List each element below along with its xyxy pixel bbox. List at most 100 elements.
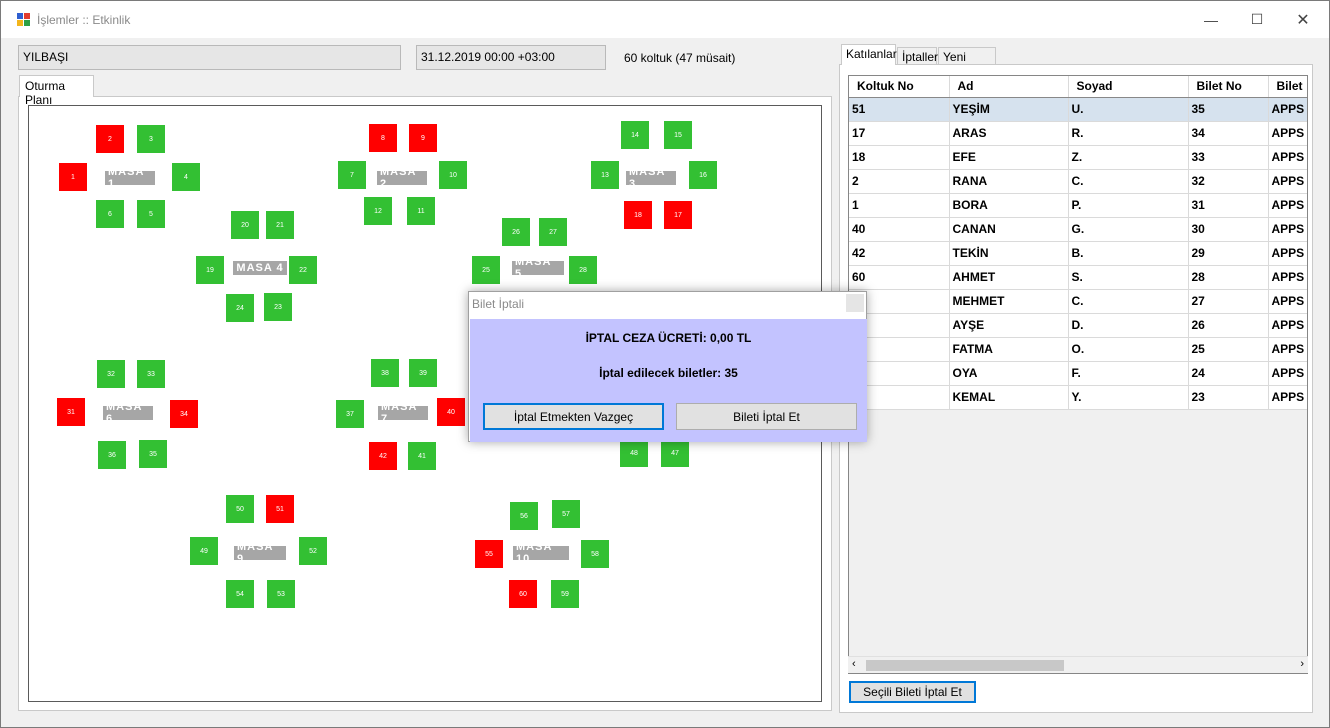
tab-oturma-plani[interactable]: Oturma Planı (19, 75, 94, 107)
table-row[interactable]: FATMA O. 25 APPS (849, 337, 1307, 362)
seat-59[interactable]: 59 (551, 580, 579, 608)
seat-51[interactable]: 51 (266, 495, 294, 523)
scroll-left-icon[interactable]: ‹ (852, 658, 856, 670)
column-header[interactable]: Bilet (1268, 76, 1307, 98)
table-row[interactable]: 2 RANA C. 32 APPS (849, 169, 1307, 194)
seat-36[interactable]: 36 (98, 441, 126, 469)
seat-49[interactable]: 49 (190, 537, 218, 565)
tab-katilanlar[interactable]: Katılanlar (841, 44, 897, 65)
table-row[interactable]: AYŞE D. 26 APPS (849, 313, 1307, 338)
seat-6[interactable]: 6 (96, 200, 124, 228)
seat-13[interactable]: 13 (591, 161, 619, 189)
seat-2[interactable]: 2 (96, 125, 124, 153)
column-header[interactable]: Ad (949, 76, 1069, 98)
table-label: MASA 7 (378, 401, 428, 425)
seat-40[interactable]: 40 (437, 398, 465, 426)
seat-12[interactable]: 12 (364, 197, 392, 225)
seat-34[interactable]: 34 (170, 400, 198, 428)
seat-19[interactable]: 19 (196, 256, 224, 284)
table-row[interactable]: MEHMET C. 27 APPS (849, 289, 1307, 314)
event-date-field[interactable]: 31.12.2019 00:00 +03:00 (416, 45, 606, 70)
seat-26[interactable]: 26 (502, 218, 530, 246)
table-row[interactable]: 42 TEKİN B. 29 APPS (849, 241, 1307, 266)
cancel-selected-ticket-button[interactable]: Seçili Bileti İptal Et (849, 681, 976, 703)
table-cell: APPS (1268, 121, 1307, 146)
column-header[interactable]: Bilet No (1188, 76, 1269, 98)
seat-22[interactable]: 22 (289, 256, 317, 284)
seat-14[interactable]: 14 (621, 121, 649, 149)
dialog-close-icon[interactable] (846, 294, 864, 312)
seat-60[interactable]: 60 (509, 580, 537, 608)
seat-52[interactable]: 52 (299, 537, 327, 565)
seat-42[interactable]: 42 (369, 442, 397, 470)
column-header[interactable]: Koltuk No (849, 76, 950, 98)
seat-3[interactable]: 3 (137, 125, 165, 153)
seat-4[interactable]: 4 (172, 163, 200, 191)
column-header[interactable]: Soyad (1068, 76, 1189, 98)
table-row[interactable]: 60 AHMET S. 28 APPS (849, 265, 1307, 290)
seat-11[interactable]: 11 (407, 197, 435, 225)
seat-27[interactable]: 27 (539, 218, 567, 246)
table-row[interactable]: 18 EFE Z. 33 APPS (849, 145, 1307, 170)
seat-32[interactable]: 32 (97, 360, 125, 388)
seat-39[interactable]: 39 (409, 359, 437, 387)
table-row[interactable]: OYA F. 24 APPS (849, 361, 1307, 386)
seat-20[interactable]: 20 (231, 211, 259, 239)
horizontal-scrollbar[interactable]: ‹ › (848, 656, 1308, 673)
scrollbar-thumb[interactable] (866, 660, 1064, 671)
tab-yeni-satis[interactable]: Yeni Satış (938, 47, 996, 78)
seat-57[interactable]: 57 (552, 500, 580, 528)
event-name-field[interactable]: YILBAŞI (18, 45, 401, 70)
seat-37[interactable]: 37 (336, 400, 364, 428)
seat-50[interactable]: 50 (226, 495, 254, 523)
seat-8[interactable]: 8 (369, 124, 397, 152)
seat-7[interactable]: 7 (338, 161, 366, 189)
seat-41[interactable]: 41 (408, 442, 436, 470)
seat-38[interactable]: 38 (371, 359, 399, 387)
table-cell: BORA (949, 193, 1069, 218)
seat-35[interactable]: 35 (139, 440, 167, 468)
tab-iptaller[interactable]: İptaller (897, 47, 938, 65)
seat-21[interactable]: 21 (266, 211, 294, 239)
table-cell: U. (1068, 97, 1189, 122)
seat-9[interactable]: 9 (409, 124, 437, 152)
seat-15[interactable]: 15 (664, 121, 692, 149)
seat-56[interactable]: 56 (510, 502, 538, 530)
table-cell: YEŞİM (949, 97, 1069, 122)
confirm-cancel-button[interactable]: Bileti İptal Et (676, 403, 857, 430)
table-row[interactable]: KEMAL Y. 23 APPS (849, 385, 1307, 410)
seat-5[interactable]: 5 (137, 200, 165, 228)
table-row[interactable]: 1 BORA P. 31 APPS (849, 193, 1307, 218)
seat-23[interactable]: 23 (264, 293, 292, 321)
minimize-icon[interactable]: — (1188, 1, 1234, 38)
seat-18[interactable]: 18 (624, 201, 652, 229)
seat-10[interactable]: 10 (439, 161, 467, 189)
table-row[interactable]: 17 ARAS R. 34 APPS (849, 121, 1307, 146)
seat-1[interactable]: 1 (59, 163, 87, 191)
table-row[interactable]: 51 YEŞİM U. 35 APPS (849, 97, 1307, 122)
seat-48[interactable]: 48 (620, 439, 648, 467)
seat-53[interactable]: 53 (267, 580, 295, 608)
seat-58[interactable]: 58 (581, 540, 609, 568)
seat-33[interactable]: 33 (137, 360, 165, 388)
maximize-icon[interactable]: ☐ (1234, 1, 1280, 38)
close-icon[interactable]: ✕ (1280, 1, 1326, 38)
seat-31[interactable]: 31 (57, 398, 85, 426)
seat-28[interactable]: 28 (569, 256, 597, 284)
seat-55[interactable]: 55 (475, 540, 503, 568)
title-bar: İşlemler :: Etkinlik — ☐ ✕ (1, 1, 1329, 38)
seat-24[interactable]: 24 (226, 294, 254, 322)
seat-17[interactable]: 17 (664, 201, 692, 229)
table-cell: O. (1068, 337, 1189, 362)
scroll-right-icon[interactable]: › (1300, 658, 1304, 670)
attendees-grid[interactable]: Koltuk No Ad Soyad Bilet No Bilet 51 YEŞİM U. 3… (848, 75, 1308, 674)
seat-25[interactable]: 25 (472, 256, 500, 284)
seat-16[interactable]: 16 (689, 161, 717, 189)
table-row[interactable]: 40 CANAN G. 30 APPS (849, 217, 1307, 242)
table-cell: C. (1068, 169, 1189, 194)
table-cell: FATMA (949, 337, 1069, 362)
seat-47[interactable]: 47 (661, 439, 689, 467)
seat-54[interactable]: 54 (226, 580, 254, 608)
abort-cancel-button[interactable]: İptal Etmekten Vazgeç (483, 403, 664, 430)
table-cell: APPS (1268, 289, 1307, 314)
